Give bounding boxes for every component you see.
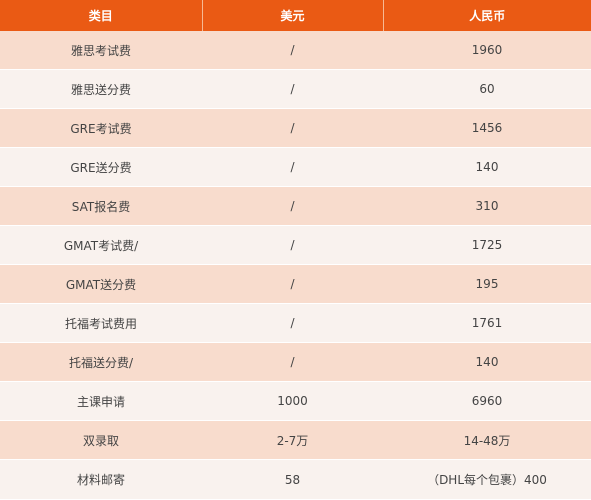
cell-usd: / (202, 69, 383, 109)
cell-rmb: 195 (383, 264, 591, 304)
cell-usd: / (202, 108, 383, 148)
table-row: GRE送分费 / 140 (0, 147, 591, 187)
cell-rmb: 14-48万 (383, 420, 591, 460)
cell-usd: 2-7万 (202, 420, 383, 460)
cell-rmb: 140 (383, 147, 591, 187)
cell-rmb: 1725 (383, 225, 591, 265)
cell-category: 双录取 (0, 420, 202, 460)
table-row: SAT报名费 / 310 (0, 186, 591, 226)
table-row: 雅思送分费 / 60 (0, 69, 591, 109)
cell-category: GMAT送分费 (0, 264, 202, 304)
cell-rmb: 140 (383, 342, 591, 382)
table-header: 类目 美元 人民币 (0, 0, 591, 31)
header-usd: 美元 (202, 0, 384, 31)
cell-category: 托福送分费/ (0, 342, 202, 382)
header-rmb: 人民币 (383, 0, 591, 31)
cell-category: SAT报名费 (0, 186, 202, 226)
cell-usd: 58 (202, 459, 383, 500)
cell-usd: / (202, 147, 383, 187)
cell-rmb: 1761 (383, 303, 591, 343)
table-row: 托福考试费用 / 1761 (0, 303, 591, 343)
cell-rmb: 310 (383, 186, 591, 226)
cell-category: 主课申请 (0, 381, 202, 421)
table-row: GMAT考试费/ / 1725 (0, 225, 591, 265)
header-row: 类目 美元 人民币 (0, 0, 591, 31)
table-row: GRE考试费 / 1456 (0, 108, 591, 148)
cell-category: GMAT考试费/ (0, 225, 202, 265)
table-row: 雅思考试费 / 1960 (0, 31, 591, 70)
cell-category: 雅思送分费 (0, 69, 202, 109)
cell-category: 材料邮寄 (0, 459, 202, 500)
table-row: 双录取 2-7万 14-48万 (0, 420, 591, 460)
cell-usd: / (202, 264, 383, 304)
fee-table: 类目 美元 人民币 雅思考试费 / 1960 雅思送分费 / 60 GRE考试费… (0, 0, 591, 500)
cell-rmb: （DHL每个包裹）400 (383, 459, 591, 500)
table-row: 主课申请 1000 6960 (0, 381, 591, 421)
cell-usd: / (202, 303, 383, 343)
cell-rmb: 1960 (383, 31, 591, 70)
cell-category: 托福考试费用 (0, 303, 202, 343)
cell-usd: / (202, 186, 383, 226)
table-row: 材料邮寄 58 （DHL每个包裹）400 (0, 459, 591, 500)
table-row: 托福送分费/ / 140 (0, 342, 591, 382)
cell-usd: / (202, 31, 383, 70)
cell-rmb: 6960 (383, 381, 591, 421)
cell-usd: 1000 (202, 381, 383, 421)
cell-category: GRE考试费 (0, 108, 202, 148)
header-category: 类目 (0, 0, 203, 31)
cell-category: 雅思考试费 (0, 31, 202, 70)
cell-category: GRE送分费 (0, 147, 202, 187)
cell-rmb: 1456 (383, 108, 591, 148)
cell-usd: / (202, 342, 383, 382)
table-body: 雅思考试费 / 1960 雅思送分费 / 60 GRE考试费 / 1456 GR… (0, 31, 591, 500)
table-row: GMAT送分费 / 195 (0, 264, 591, 304)
cell-rmb: 60 (383, 69, 591, 109)
cell-usd: / (202, 225, 383, 265)
